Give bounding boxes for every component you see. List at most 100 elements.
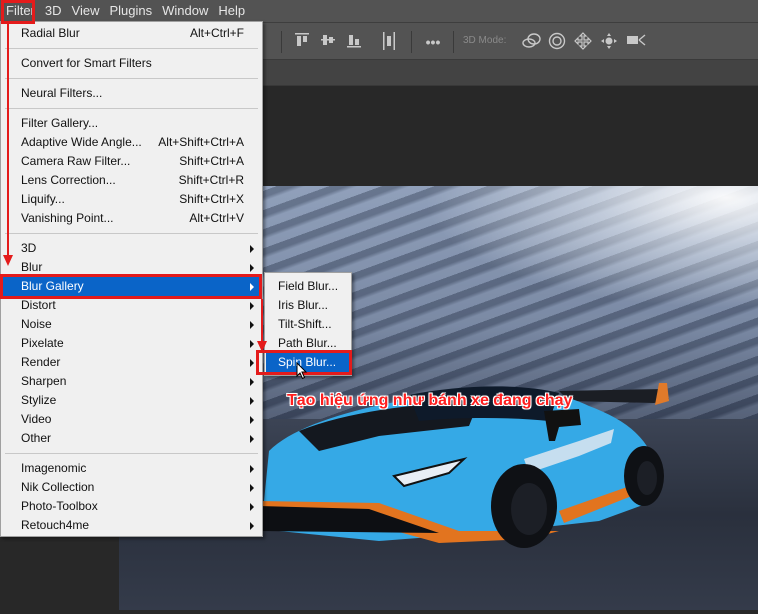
menu-item-label: Photo-Toolbox (21, 499, 98, 513)
slide-3d-icon[interactable] (600, 32, 618, 55)
align-vertical-centers-icon[interactable] (321, 32, 335, 53)
menu-item-video[interactable]: Video (2, 410, 261, 429)
menu-item-stylize[interactable]: Stylize (2, 391, 261, 410)
highlight-box-blur-gallery (0, 274, 262, 299)
menu-plugins[interactable]: Plugins (104, 0, 157, 22)
menu-item-adaptive-wide-angle[interactable]: Adaptive Wide Angle... Alt+Shift+Ctrl+A (2, 133, 261, 152)
submenu-arrow-icon (250, 340, 254, 348)
submenu-arrow-icon (250, 397, 254, 405)
menu-item-label: Camera Raw Filter... (21, 154, 131, 168)
pan-3d-icon[interactable] (574, 32, 592, 55)
menu-item-label: Convert for Smart Filters (21, 56, 152, 70)
menu-item-photo-toolbox[interactable]: Photo-Toolbox (2, 497, 261, 516)
divider (453, 31, 454, 53)
annotation-arrow-line (261, 299, 263, 343)
menu-item-camera-raw-filter[interactable]: Camera Raw Filter... Shift+Ctrl+A (2, 152, 261, 171)
scale-3d-icon[interactable] (626, 32, 646, 53)
submenu-arrow-icon (250, 522, 254, 530)
divider (281, 31, 282, 53)
menu-item-render[interactable]: Render (2, 353, 261, 372)
align-bottom-edges-icon[interactable] (347, 32, 361, 53)
menu-item-liquify[interactable]: Liquify... Shift+Ctrl+X (2, 190, 261, 209)
more-options-icon[interactable]: ••• (423, 32, 443, 52)
menu-item-label: Noise (21, 317, 52, 331)
menu-item-label: Sharpen (21, 374, 67, 388)
3d-mode-label: 3D Mode: (463, 35, 507, 46)
menu-separator (5, 233, 258, 234)
menu-item-label: Filter Gallery... (21, 116, 99, 130)
menu-view[interactable]: View (67, 0, 105, 22)
align-top-edges-icon[interactable] (295, 32, 309, 53)
menu-item-shortcut: Alt+Ctrl+V (189, 211, 244, 225)
menu-item-label: Liquify... (21, 192, 65, 206)
menu-item-label: Radial Blur (21, 26, 80, 40)
submenu-arrow-icon (250, 465, 254, 473)
mouse-cursor-icon (296, 362, 308, 380)
menu-item-label: Pixelate (21, 336, 64, 350)
submenu-arrow-icon (250, 416, 254, 424)
annotation-caption: Tạo hiệu ứng như bánh xe đang chạy (287, 392, 573, 409)
menu-item-vanishing-point[interactable]: Vanishing Point... Alt+Ctrl+V (2, 209, 261, 228)
menu-separator (5, 453, 258, 454)
menu-item-shortcut: Shift+Ctrl+X (179, 192, 244, 206)
submenu-item-field-blur[interactable]: Field Blur... (266, 277, 350, 296)
menu-item-neural-filters[interactable]: Neural Filters... (2, 84, 261, 103)
menu-item-label: Field Blur... (278, 279, 339, 293)
menu-item-label: Stylize (21, 393, 57, 407)
submenu-arrow-icon (250, 435, 254, 443)
menu-bar: Filter 3D View Plugins Window Help (0, 0, 758, 22)
menu-item-label: Retouch4me (21, 518, 90, 532)
submenu-arrow-icon (250, 378, 254, 386)
submenu-item-iris-blur[interactable]: Iris Blur... (266, 296, 350, 315)
menu-item-sharpen[interactable]: Sharpen (2, 372, 261, 391)
menu-item-label: Lens Correction... (21, 173, 116, 187)
photoshop-window: Filter 3D View Plugins Window Help ••• 3… (0, 0, 758, 614)
menu-separator (5, 78, 258, 79)
menu-item-imagenomic[interactable]: Imagenomic (2, 459, 261, 478)
menu-item-noise[interactable]: Noise (2, 315, 261, 334)
annotation-arrow-head (3, 255, 13, 266)
menu-3d[interactable]: 3D (40, 0, 67, 22)
menu-item-radial-blur[interactable]: Radial Blur Alt+Ctrl+F (2, 24, 261, 43)
menu-separator (5, 48, 258, 49)
menu-separator (5, 108, 258, 109)
menu-item-lens-correction[interactable]: Lens Correction... Shift+Ctrl+R (2, 171, 261, 190)
menu-item-nik-collection[interactable]: Nik Collection (2, 478, 261, 497)
menu-item-convert-smart-filters[interactable]: Convert for Smart Filters (2, 54, 261, 73)
menu-item-3d[interactable]: 3D (2, 239, 261, 258)
submenu-arrow-icon (250, 503, 254, 511)
menu-item-label: Adaptive Wide Angle... (21, 135, 142, 149)
submenu-arrow-icon (250, 302, 254, 310)
menu-item-label: Iris Blur... (278, 298, 329, 312)
menu-item-retouch4me[interactable]: Retouch4me (2, 516, 261, 535)
menu-item-label: Vanishing Point... (21, 211, 114, 225)
menu-item-pixelate[interactable]: Pixelate (2, 334, 261, 353)
menu-item-shortcut: Alt+Ctrl+F (189, 26, 244, 40)
menu-help[interactable]: Help (213, 0, 250, 22)
menu-item-label: Other (21, 431, 52, 445)
menu-item-shortcut: Shift+Ctrl+A (179, 154, 244, 168)
menu-item-label: Imagenomic (21, 461, 87, 475)
distribute-horizontal-icon[interactable] (383, 32, 395, 55)
menu-item-label: Video (21, 412, 52, 426)
submenu-arrow-icon (250, 264, 254, 272)
annotation-arrow-line (7, 24, 9, 256)
submenu-arrow-icon (250, 321, 254, 329)
highlight-box-filter-menu (1, 0, 35, 24)
menu-window[interactable]: Window (157, 0, 213, 22)
submenu-item-tilt-shift[interactable]: Tilt-Shift... (266, 315, 350, 334)
menu-item-label: Tilt-Shift... (278, 317, 332, 331)
menu-item-shortcut: Shift+Ctrl+R (178, 173, 244, 187)
menu-item-label: Nik Collection (21, 480, 95, 494)
menu-item-label: Neural Filters... (21, 86, 103, 100)
roll-3d-icon[interactable] (548, 32, 566, 55)
orbit-3d-icon[interactable] (522, 32, 542, 55)
menu-item-filter-gallery[interactable]: Filter Gallery... (2, 114, 261, 133)
menu-item-label: 3D (21, 241, 37, 255)
submenu-arrow-icon (250, 359, 254, 367)
submenu-arrow-icon (250, 245, 254, 253)
menu-item-label: Render (21, 355, 61, 369)
divider (411, 31, 412, 53)
menu-item-shortcut: Alt+Shift+Ctrl+A (158, 135, 244, 149)
menu-item-other[interactable]: Other (2, 429, 261, 448)
